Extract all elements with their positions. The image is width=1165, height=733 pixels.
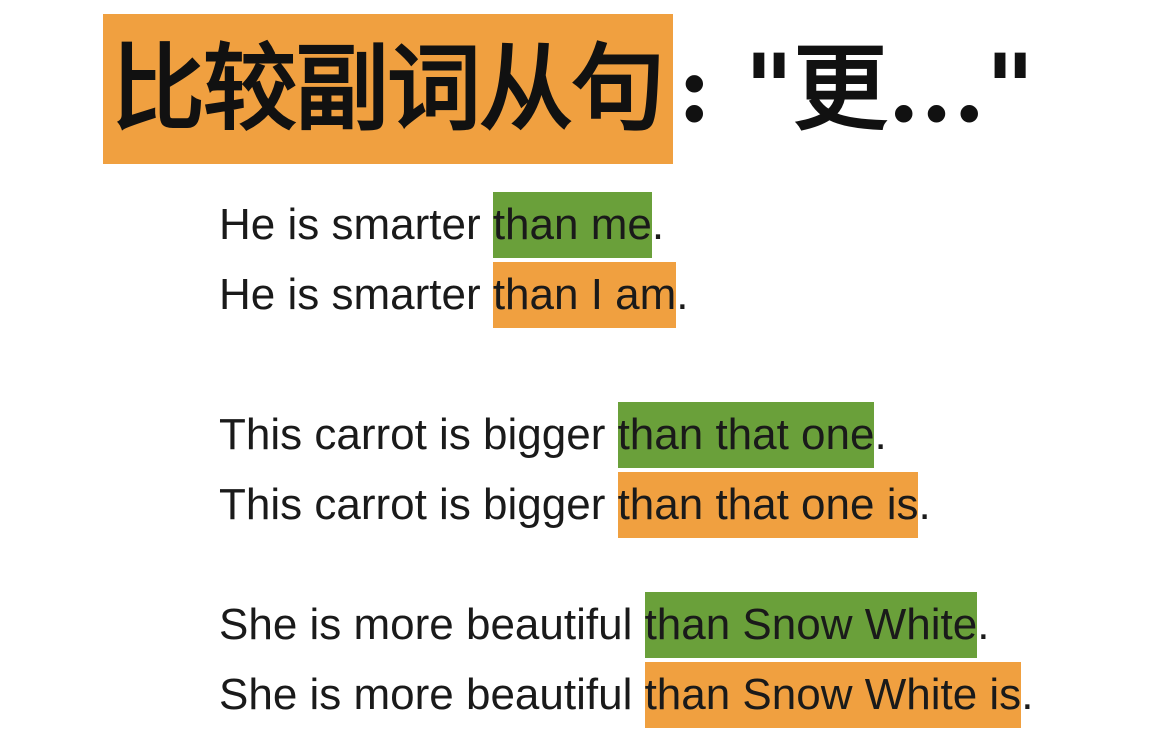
sentence-prefix: This carrot is bigger [219, 410, 618, 459]
sentence-5: She is more beautiful than Snow White. [219, 592, 989, 658]
highlight-green: than that one [617, 402, 875, 468]
highlight-orange: than that one is [617, 472, 919, 538]
sentence-suffix: . [1021, 670, 1034, 719]
sentence-suffix: . [977, 600, 990, 649]
sentence-prefix: This carrot is bigger [219, 480, 618, 529]
sentence-suffix: . [676, 270, 689, 319]
highlight-green: than Snow White [644, 592, 978, 658]
sentence-4: This carrot is bigger than that one is. [219, 472, 931, 538]
highlight-orange: than Snow White is [644, 662, 1022, 728]
sentence-prefix: He is smarter [219, 270, 493, 319]
sentence-3: This carrot is bigger than that one. [219, 402, 887, 468]
highlight-orange: than I am [492, 262, 677, 328]
sentence-prefix: She is more beautiful [219, 670, 645, 719]
sentence-prefix: He is smarter [219, 200, 493, 249]
title-highlighted: 比较副词从句 [103, 14, 674, 164]
sentence-2: He is smarter than I am. [219, 262, 689, 328]
page-title: 比较副词从句: "更..." [103, 14, 1035, 164]
highlight-green: than me [492, 192, 652, 258]
sentence-suffix: . [874, 410, 887, 459]
sentence-suffix: . [651, 200, 665, 249]
sentence-prefix: She is more beautiful [219, 600, 645, 649]
sentence-1: He is smarter than me. [219, 192, 664, 258]
sentence-suffix: . [918, 480, 931, 529]
sentence-6: She is more beautiful than Snow White is… [219, 662, 1033, 728]
title-rest: : "更..." [677, 34, 1035, 144]
